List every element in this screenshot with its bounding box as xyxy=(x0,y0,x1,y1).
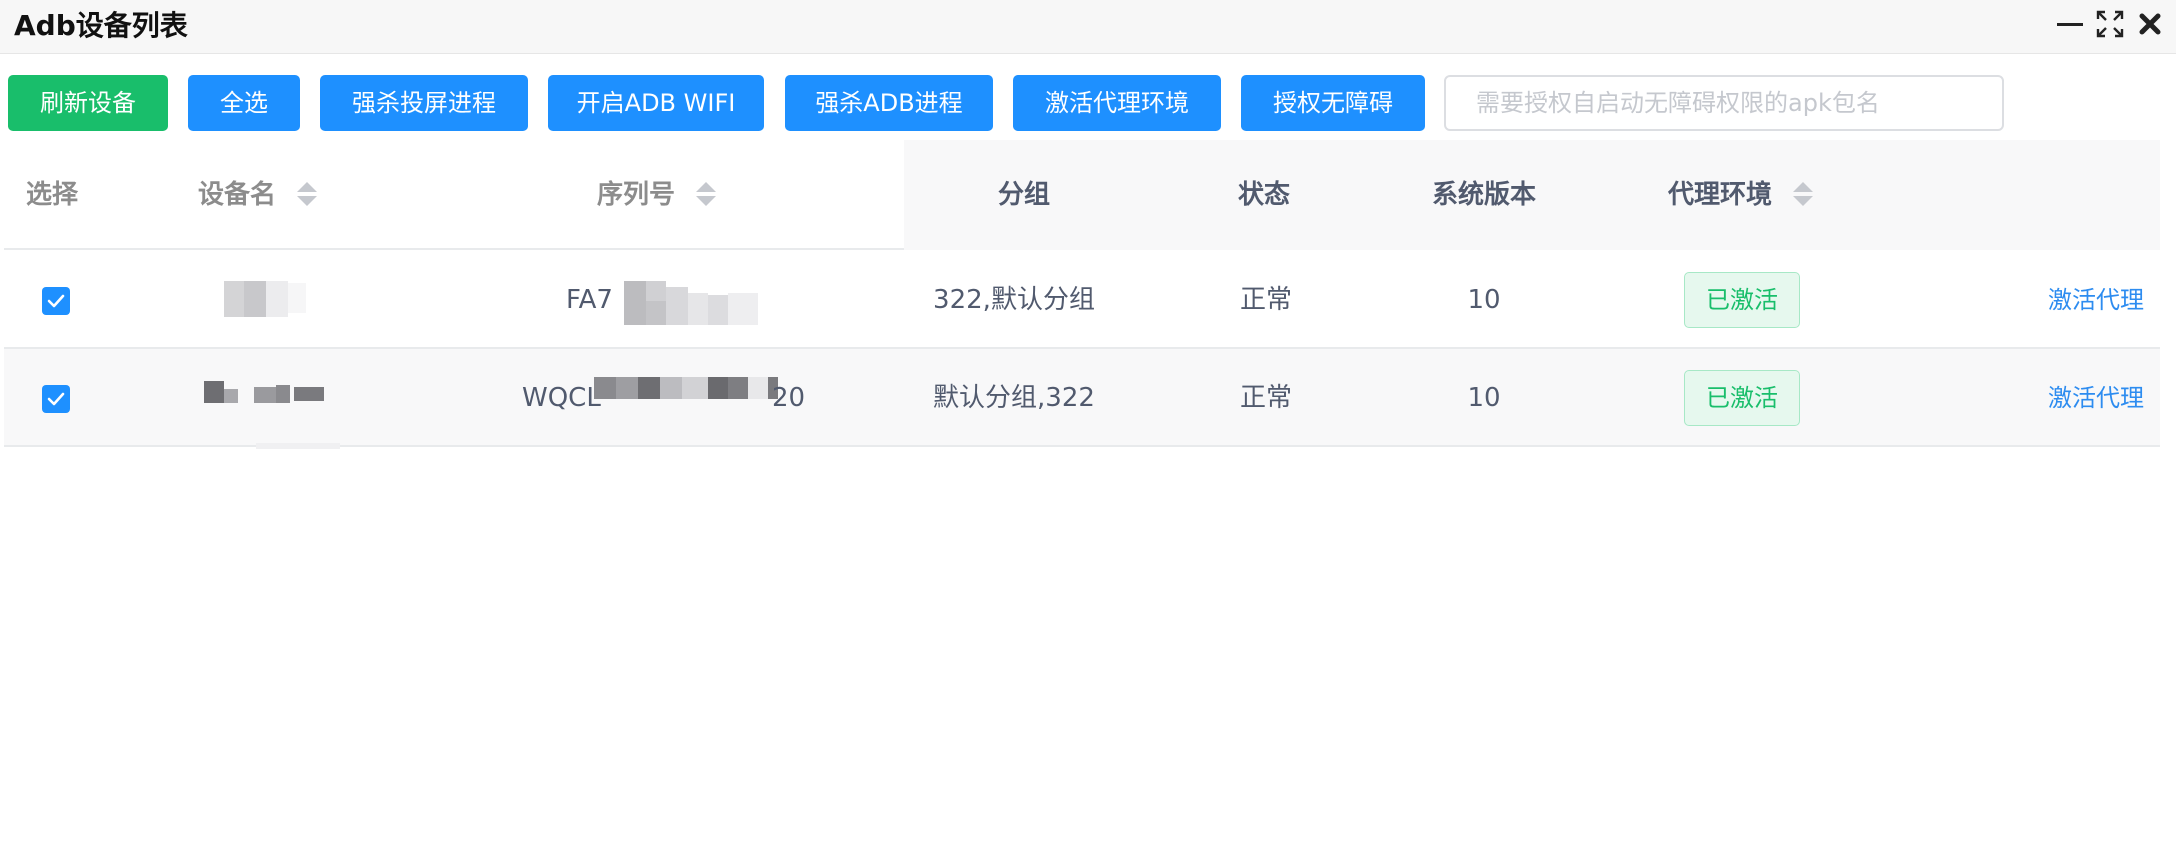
sort-icon[interactable] xyxy=(1793,180,1814,208)
fullscreen-icon xyxy=(2096,10,2124,38)
serial-prefix: WQCL xyxy=(522,383,601,413)
col-group: 分组 xyxy=(998,180,1051,210)
checkmark-icon xyxy=(47,294,65,308)
col-proxy-env-label: 代理环境 xyxy=(1668,180,1773,210)
serial-prefix: FA7 xyxy=(566,285,613,315)
window-title: Adb设备列表 xyxy=(14,9,188,42)
row-checkbox[interactable] xyxy=(42,287,70,315)
minimize-icon xyxy=(2057,23,2083,26)
apk-package-input[interactable] xyxy=(1444,75,2004,131)
col-os-version: 系统版本 xyxy=(1432,180,1537,210)
serial-suffix: 20 xyxy=(772,383,806,413)
close-icon xyxy=(2139,13,2161,35)
col-status: 状态 xyxy=(1238,180,1291,210)
kill-screencast-button[interactable]: 强杀投屏进程 xyxy=(320,75,528,131)
table-row[interactable]: FA7 322,默认分组 正常 10 已激活 激活代理 xyxy=(4,251,2160,349)
os-version-cell: 10 xyxy=(1467,285,1501,315)
col-serial[interactable]: 序列号 xyxy=(597,140,717,250)
refresh-devices-button[interactable]: 刷新设备 xyxy=(8,75,168,131)
group-cell: 默认分组,322 xyxy=(933,383,1095,413)
activate-proxy-link[interactable]: 激活代理 xyxy=(2048,349,2144,447)
minimize-button[interactable] xyxy=(2054,6,2086,42)
checkmark-icon xyxy=(47,392,65,406)
status-cell: 正常 xyxy=(1239,285,1292,315)
activate-proxy-env-button[interactable]: 激活代理环境 xyxy=(1013,75,1221,131)
col-device-name[interactable]: 设备名 xyxy=(198,140,318,250)
enable-adb-wifi-button[interactable]: 开启ADB WIFI xyxy=(548,75,764,131)
table-row[interactable]: WQCL 20 默认分组,322 正常 10 已激活 激活代理 xyxy=(4,349,2160,449)
sort-icon[interactable] xyxy=(297,180,318,208)
col-device-name-label: 设备名 xyxy=(198,180,277,210)
grant-accessibility-button[interactable]: 授权无障碍 xyxy=(1241,75,1425,131)
status-cell: 正常 xyxy=(1239,383,1292,413)
group-cell: 322,默认分组 xyxy=(933,285,1095,315)
activate-proxy-link[interactable]: 激活代理 xyxy=(2048,251,2144,349)
col-select: 选择 xyxy=(26,180,79,210)
sort-icon[interactable] xyxy=(696,180,717,208)
col-proxy-env[interactable]: 代理环境 xyxy=(1668,140,1814,250)
kill-adb-button[interactable]: 强杀ADB进程 xyxy=(785,75,993,131)
close-button[interactable] xyxy=(2134,6,2166,42)
fullscreen-button[interactable] xyxy=(2094,6,2126,42)
os-version-cell: 10 xyxy=(1467,383,1501,413)
proxy-status-badge: 已激活 xyxy=(1684,272,1800,328)
proxy-status-badge: 已激活 xyxy=(1684,370,1800,426)
title-bar: Adb设备列表 xyxy=(0,0,2176,54)
col-serial-label: 序列号 xyxy=(597,180,676,210)
select-all-button[interactable]: 全选 xyxy=(188,75,300,131)
row-checkbox[interactable] xyxy=(42,385,70,413)
